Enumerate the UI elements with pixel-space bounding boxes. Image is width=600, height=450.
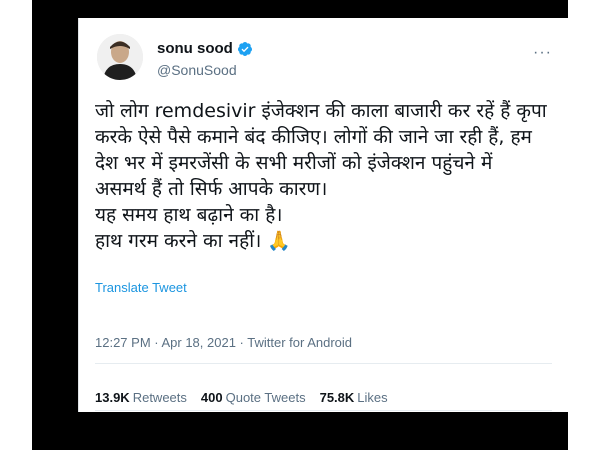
tweet-line: हाथ गरम करने का नहीं। 🙏 <box>95 230 292 252</box>
more-options-icon[interactable]: ··· <box>533 44 552 62</box>
name-row: sonu sood <box>157 40 253 57</box>
quote-tweets-count: 400 <box>200 390 223 405</box>
user-handle[interactable]: @SonuSood <box>157 62 237 78</box>
likes-count: 75.8K <box>319 390 355 405</box>
avatar-photo-icon <box>97 34 143 80</box>
verified-badge-icon <box>237 41 252 56</box>
tweet-line: करके ऐसे पैसे कमाने बंद कीजिए। लोगों की … <box>95 126 532 148</box>
divider <box>95 410 552 411</box>
retweets-stat[interactable]: 13.9K Retweets <box>95 390 187 405</box>
retweets-label: Retweets <box>132 390 187 405</box>
tweet-line: असमर्थ हैं तो सिर्फ आपके कारण। <box>95 178 328 200</box>
quote-tweets-label: Quote Tweets <box>225 390 306 405</box>
divider <box>95 363 552 364</box>
tweet-timestamp[interactable]: 12:27 PM · Apr 18, 2021 · Twitter for An… <box>95 335 352 350</box>
user-name[interactable]: sonu sood <box>157 40 233 57</box>
tweet-line: यह समय हाथ बढ़ाने का है। <box>95 204 283 226</box>
translate-tweet-link[interactable]: Translate Tweet <box>95 280 187 295</box>
avatar[interactable] <box>97 34 143 80</box>
likes-stat[interactable]: 75.8K Likes <box>320 390 388 405</box>
tweet-line: देश भर में इमरजेंसी के सभी मरीजों को इंज… <box>95 152 493 174</box>
quote-tweets-stat[interactable]: 400 Quote Tweets <box>201 390 306 405</box>
tweet-card: sonu sood @SonuSood ··· जो लोग remdesivi… <box>78 18 568 412</box>
engagement-stats: 13.9K Retweets 400 Quote Tweets 75.8K Likes <box>95 390 388 405</box>
tweet-line: जो लोग remdesivir इंजेक्शन की काला बाजार… <box>95 100 547 122</box>
retweets-count: 13.9K <box>95 390 130 405</box>
tweet-text: जो लोग remdesivir इंजेक्शन की काला बाजार… <box>95 98 555 254</box>
likes-label: Likes <box>357 390 388 405</box>
